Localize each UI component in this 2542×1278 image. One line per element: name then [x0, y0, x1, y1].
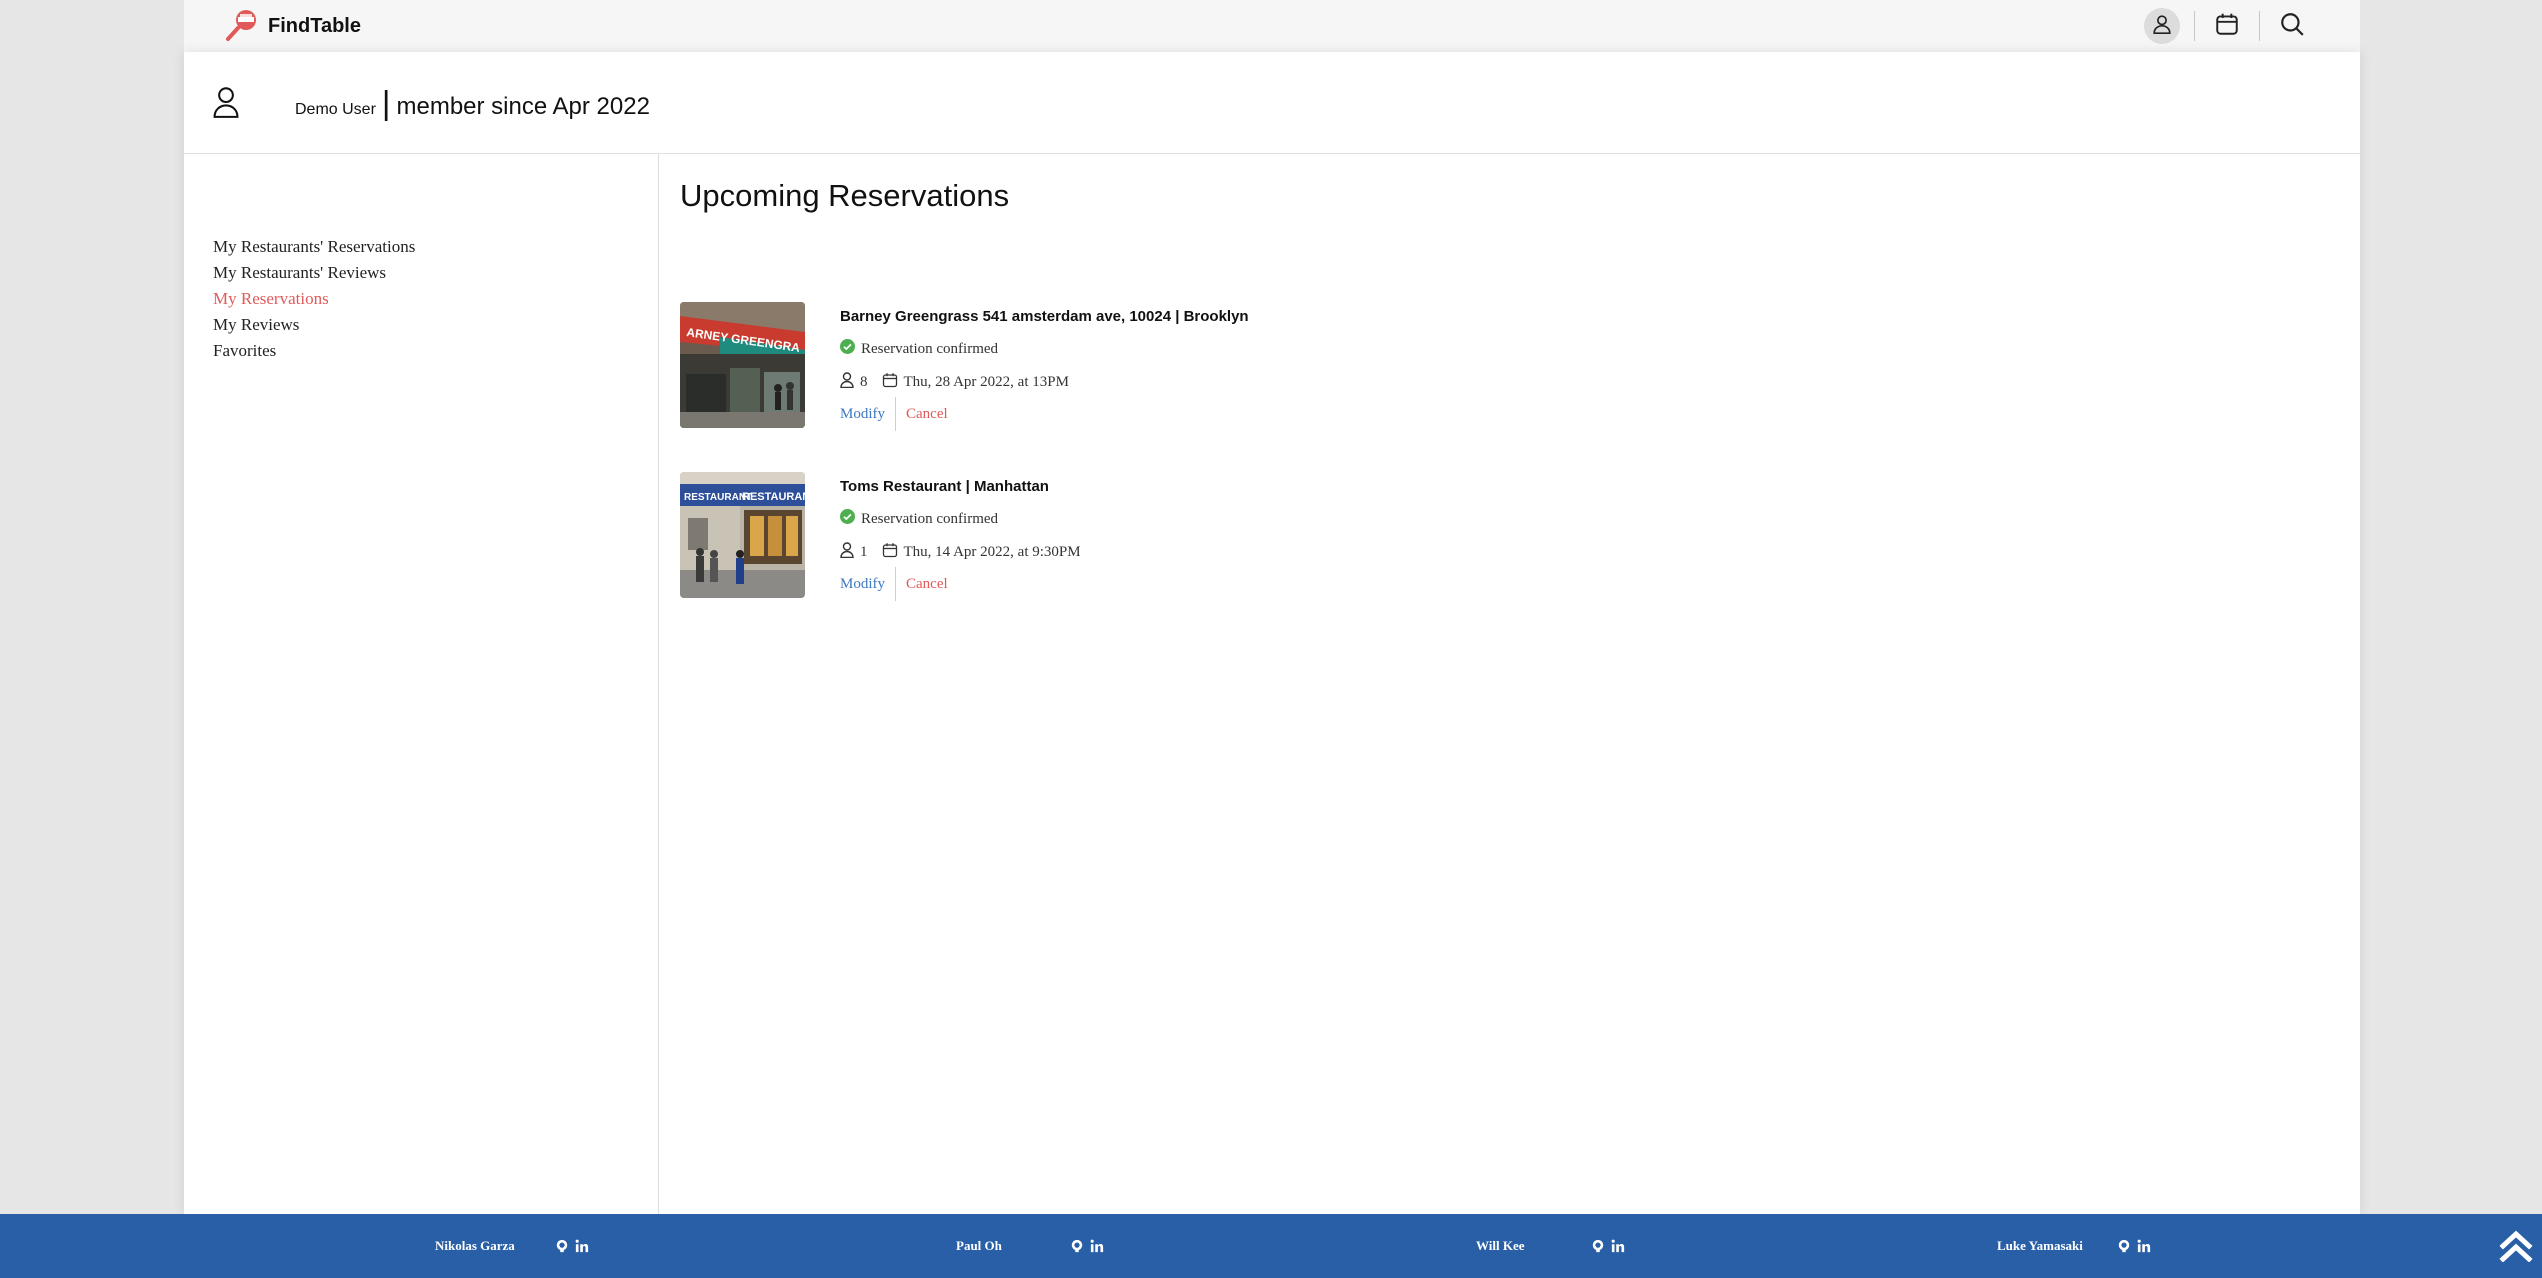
credit-item: Nikolas Garza — [435, 1214, 589, 1278]
double-chevron-up-icon — [2498, 1226, 2534, 1267]
credit-name: Will Kee — [1476, 1238, 1525, 1253]
sidebar-item-favorites[interactable]: Favorites — [213, 341, 276, 361]
profile-divider: | — [381, 84, 391, 121]
reservation-status: Reservation confirmed — [840, 509, 998, 529]
restaurant-photo[interactable]: ARNEY GREENGRA — [680, 302, 805, 428]
sidebar-item-restaurants-reviews[interactable]: My Restaurants' Reviews — [213, 263, 386, 283]
nav-divider — [2259, 11, 2260, 41]
github-icon[interactable] — [2117, 1239, 2131, 1253]
credit-name: Nikolas Garza — [435, 1238, 515, 1253]
cancel-reservation-button[interactable]: Cancel — [896, 576, 948, 593]
findtable-logo-icon — [224, 6, 260, 47]
credit-item: Paul Oh — [956, 1214, 1104, 1278]
sidebar-item-my-reservations[interactable]: My Reservations — [213, 289, 329, 309]
status-text: Reservation confirmed — [861, 340, 999, 357]
top-navbar: FindTable — [184, 0, 2360, 52]
reservation-actions: Modify Cancel — [840, 396, 948, 432]
linkedin-icon[interactable] — [575, 1239, 589, 1253]
user-icon — [2151, 13, 2173, 40]
sidebar-item-restaurants-reservations[interactable]: My Restaurants' Reservations — [213, 237, 415, 257]
page-title: Upcoming Reservations — [680, 178, 1010, 213]
github-icon[interactable] — [1070, 1239, 1084, 1253]
check-circle-icon — [840, 339, 855, 359]
linkedin-icon[interactable] — [1611, 1239, 1625, 1253]
calendar-icon — [882, 542, 898, 563]
cancel-reservation-button[interactable]: Cancel — [896, 406, 948, 423]
reservation-datetime: Thu, 28 Apr 2022, at 13PM — [903, 374, 1069, 390]
reservation-details: 1 Thu, 14 Apr 2022, at 9:30PM — [840, 542, 1081, 563]
reservation-card: RESTAURANT RESTAURAN Toms Restaurant | M… — [680, 472, 1580, 601]
member-since: member since Apr 2022 — [396, 93, 650, 120]
credit-name: Paul Oh — [956, 1238, 1002, 1253]
nav-search-button[interactable] — [2274, 8, 2310, 44]
credit-item: Will Kee — [1476, 1214, 1625, 1278]
profile-name: Demo User — [295, 101, 376, 118]
search-icon — [2279, 11, 2305, 42]
nav-profile-button[interactable] — [2144, 8, 2180, 44]
party-size-icon — [840, 542, 854, 563]
brand-name: FindTable — [268, 14, 361, 37]
party-size: 8 — [860, 374, 868, 390]
scroll-to-top-button[interactable] — [2496, 1226, 2536, 1266]
nav-divider — [2194, 11, 2195, 41]
reservation-status: Reservation confirmed — [840, 339, 998, 359]
profile-header: Demo User | member since Apr 2022 — [184, 52, 2360, 154]
nav-reservations-button[interactable] — [2209, 8, 2245, 44]
calendar-icon — [882, 372, 898, 393]
reservations-main: Upcoming Reservations ARNEY GREENGRA Bar… — [680, 154, 2340, 1214]
reservation-datetime: Thu, 14 Apr 2022, at 9:30PM — [903, 544, 1081, 560]
brand-logo-link[interactable]: FindTable — [224, 8, 361, 44]
credit-name: Luke Yamasaki — [1997, 1238, 2083, 1253]
modify-reservation-button[interactable]: Modify — [840, 406, 895, 423]
reservation-actions: Modify Cancel — [840, 566, 948, 602]
party-size-icon — [840, 372, 854, 393]
github-icon[interactable] — [1591, 1239, 1605, 1253]
profile-page: Demo User | member since Apr 2022 My Res… — [184, 52, 2360, 1214]
modify-reservation-button[interactable]: Modify — [840, 576, 895, 593]
party-size: 1 — [860, 544, 868, 560]
profile-sidebar: My Restaurants' Reservations My Restaura… — [184, 154, 659, 1214]
calendar-icon — [2214, 11, 2240, 42]
status-text: Reservation confirmed — [861, 510, 999, 527]
footer: Nikolas Garza Paul Oh Will Kee Luke Yama… — [0, 1214, 2542, 1278]
linkedin-icon[interactable] — [1090, 1239, 1104, 1253]
restaurant-name-link[interactable]: Barney Greengrass 541 amsterdam ave, 100… — [840, 308, 1249, 325]
github-icon[interactable] — [555, 1239, 569, 1253]
restaurant-name-link[interactable]: Toms Restaurant | Manhattan — [840, 478, 1049, 495]
sidebar-item-my-reviews[interactable]: My Reviews — [213, 315, 299, 335]
reservation-card: ARNEY GREENGRA Barney Greengrass 541 ams… — [680, 302, 1580, 431]
reservation-details: 8 Thu, 28 Apr 2022, at 13PM — [840, 372, 1069, 393]
svg-text:RESTAURAN: RESTAURAN — [742, 491, 805, 503]
avatar-user-icon — [212, 86, 240, 123]
credit-item: Luke Yamasaki — [1997, 1214, 2151, 1278]
restaurant-photo[interactable]: RESTAURANT RESTAURAN — [680, 472, 805, 598]
linkedin-icon[interactable] — [2137, 1239, 2151, 1253]
check-circle-icon — [840, 509, 855, 529]
